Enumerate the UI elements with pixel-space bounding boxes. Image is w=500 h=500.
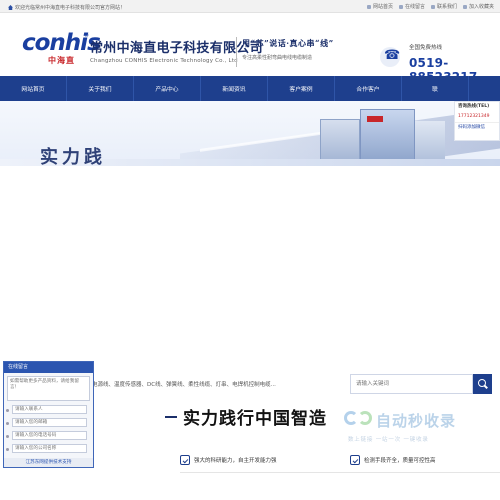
company-field[interactable]	[12, 444, 87, 453]
company-logo[interactable]: conhis 中海直 ®	[22, 30, 101, 66]
top-link-favorite[interactable]: 加入收藏夹	[462, 3, 494, 10]
company-icon	[6, 448, 9, 451]
top-bar: 欢迎光临常州中海直电子科技有限公司官方网站！ 网站首页 在线留言 联系我们 加入…	[0, 0, 500, 13]
watermark-sub-text: 数上链接 一站一次 一键收录	[348, 437, 429, 443]
message-icon	[398, 4, 403, 9]
features-row: 强大的科研能力，自主开发能力强 检测手段齐全，质量可控性高	[180, 455, 500, 500]
search-input[interactable]	[350, 374, 473, 394]
email-icon	[6, 422, 9, 425]
hotline-label: 全国免费热线	[409, 45, 443, 51]
check-icon	[350, 455, 360, 465]
slogan-block: 用“芯”说话·真心串“线” 专注高柔性耐弯曲电线电缆制造	[242, 38, 334, 61]
hero-banner: 实力践	[0, 101, 500, 166]
search-button[interactable]	[473, 374, 492, 394]
slogan-sub: 专注高柔性耐弯曲电线电缆制造	[242, 55, 313, 61]
service-phone[interactable]: 17712321349	[455, 112, 499, 122]
header-divider	[236, 37, 237, 67]
phone-field[interactable]	[12, 431, 87, 440]
hot-keywords[interactable]: 电源线、温度传感器、DC线、弹簧线、柔性线缆、灯串、电焊机控制电缆...	[92, 380, 276, 388]
nav-item-cases[interactable]: 客户案例	[268, 76, 335, 101]
title-dash-icon	[165, 415, 177, 418]
logo-en-text: conhis	[22, 30, 101, 56]
building-sign	[367, 116, 383, 122]
nav-item-about[interactable]: 关于我们	[67, 76, 134, 101]
feature-research: 强大的科研能力，自主开发能力强	[180, 455, 277, 465]
welcome-label: 欢迎光临常州中海直电子科技有限公司官方网站！	[15, 5, 126, 11]
home-small-icon	[366, 4, 371, 9]
watermark-logo-icon	[344, 407, 374, 433]
feature-research-text: 强大的科研能力，自主开发能力强	[194, 458, 277, 464]
contact-icon	[430, 4, 435, 9]
nav-item-partners[interactable]: 合作客户	[335, 76, 402, 101]
nav-item-home[interactable]: 网站首页	[0, 76, 67, 101]
site-header: conhis 中海直 ® 常州中海直电子科技有限公司 Changzhou CON…	[0, 13, 500, 84]
message-widget-footer[interactable]: 江苏东网提供技术支持	[4, 458, 93, 467]
top-link-contact[interactable]: 联系我们	[430, 3, 457, 10]
logo-cn-text: 中海直	[48, 55, 75, 65]
building-main	[360, 109, 415, 166]
email-field[interactable]	[12, 418, 87, 427]
star-icon	[462, 4, 467, 9]
registered-mark: ®	[84, 33, 89, 39]
service-wechat[interactable]: 扫码添加微信	[455, 122, 499, 133]
contact-name-field[interactable]	[12, 405, 87, 414]
top-link-message[interactable]: 在线留言	[398, 3, 425, 10]
top-link-home[interactable]: 网站首页	[366, 3, 393, 10]
top-links: 网站首页 在线留言 联系我们 加入收藏夹	[366, 3, 494, 10]
main-nav: 网站首页 关于我们 产品中心 新闻资讯 客户案例 合作客户 联	[0, 76, 500, 101]
contact-person-icon	[6, 409, 9, 412]
home-icon	[8, 5, 13, 10]
nav-item-products[interactable]: 产品中心	[134, 76, 201, 101]
service-tel-label: 咨询热线(TEL)	[458, 104, 490, 109]
message-widget: 在线留言 江苏东网提供技术支持	[3, 361, 94, 468]
nav-item-contact[interactable]: 联	[402, 76, 469, 101]
message-textarea[interactable]	[7, 376, 90, 401]
watermark-main-text: 自动秒收录	[376, 412, 457, 430]
floating-service-panel: 咨询热线(TEL) 17712321349 扫码添加微信	[454, 101, 500, 141]
watermark-overlay: 自动秒收录 数上链接 一站一次 一键收录	[344, 407, 484, 447]
section-heading: 实力践行中国智造	[165, 404, 327, 429]
message-widget-title[interactable]: 在线留言	[4, 362, 93, 373]
welcome-text: 欢迎光临常州中海直电子科技有限公司官方网站！	[8, 4, 125, 11]
feature-testing-text: 检测手段齐全，质量可控性高	[364, 458, 436, 464]
phone-icon	[380, 47, 400, 67]
check-icon	[180, 455, 190, 465]
phone-small-icon	[6, 435, 9, 438]
nav-item-news[interactable]: 新闻资讯	[201, 76, 268, 101]
feature-testing: 检测手段齐全，质量可控性高	[350, 455, 436, 465]
section-title-text: 实力践行中国智造	[183, 409, 327, 429]
banner-text: 实力践	[40, 147, 106, 166]
slogan-main: 用“芯”说话·真心串“线”	[242, 38, 334, 48]
